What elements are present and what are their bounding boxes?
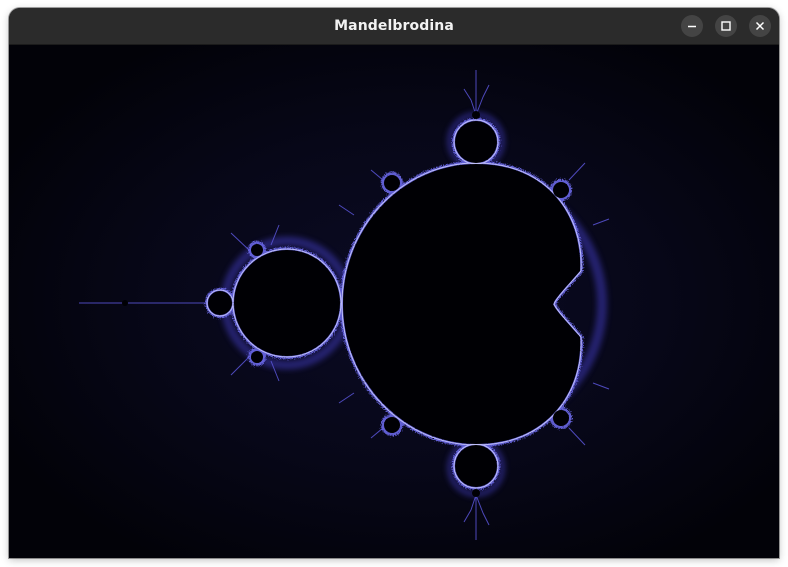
maximize-icon xyxy=(721,21,731,31)
fractal-canvas[interactable] xyxy=(9,45,779,558)
minimize-button[interactable] xyxy=(681,15,703,37)
maximize-button[interactable] xyxy=(715,15,737,37)
close-button[interactable] xyxy=(749,15,771,37)
app-window: Mandelbrodina xyxy=(9,8,779,558)
window-title: Mandelbrodina xyxy=(334,18,454,34)
mandelbrot-render xyxy=(9,45,779,558)
close-icon xyxy=(755,21,765,31)
minimize-icon xyxy=(688,25,696,28)
title-bar[interactable]: Mandelbrodina xyxy=(9,8,779,45)
